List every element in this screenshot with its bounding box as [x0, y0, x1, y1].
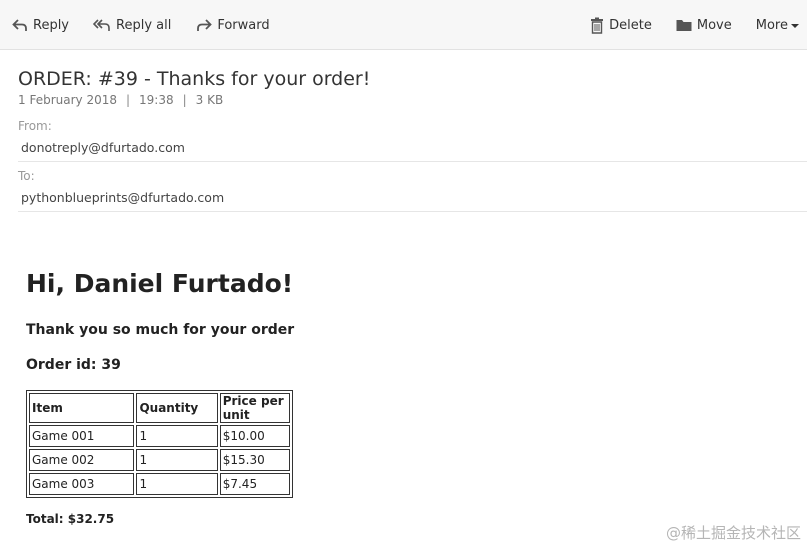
price-cell: $15.30	[219, 449, 291, 471]
price-cell: $7.45	[219, 473, 291, 495]
divider	[18, 161, 807, 162]
message-time: 19:38	[139, 93, 174, 107]
table-row: Game 003 1 $7.45	[29, 473, 291, 495]
greeting-heading: Hi, Daniel Furtado!	[26, 269, 294, 298]
quantity-cell: 1	[136, 449, 218, 471]
reply-label: Reply	[33, 17, 70, 33]
quantity-cell: 1	[136, 473, 218, 495]
caret-down-icon	[791, 23, 799, 28]
reply-icon	[12, 17, 33, 33]
to-label: To:	[18, 169, 35, 183]
move-label: Move	[696, 17, 732, 33]
column-header-price: Price per unit	[219, 393, 291, 423]
to-address[interactable]: pythonblueprints@dfurtado.com	[21, 190, 224, 205]
folder-icon	[676, 18, 697, 32]
price-cell: $10.00	[219, 425, 291, 447]
from-address[interactable]: donotreply@dfurtado.com	[21, 140, 185, 155]
move-button[interactable]: Move	[676, 0, 732, 50]
reply-all-icon	[93, 17, 116, 33]
column-header-item: Item	[29, 393, 135, 423]
message-size: 3 KB	[195, 93, 224, 107]
message-meta: 1 February 2018 | 19:38 | 3 KB	[18, 93, 807, 109]
table-header-row: Item Quantity Price per unit	[29, 393, 291, 423]
reply-all-label: Reply all	[116, 17, 172, 33]
forward-button[interactable]: Forward	[195, 0, 270, 50]
quantity-cell: 1	[136, 425, 218, 447]
watermark: @稀土掘金技术社区	[665, 524, 801, 542]
trash-icon	[590, 17, 609, 34]
delete-label: Delete	[609, 17, 652, 33]
order-id: Order id: 39	[26, 357, 121, 373]
order-items-table: Item Quantity Price per unit Game 001 1 …	[26, 390, 294, 498]
table-row: Game 002 1 $15.30	[29, 449, 291, 471]
reply-button[interactable]: Reply	[12, 0, 69, 50]
item-cell: Game 002	[29, 449, 135, 471]
forward-icon	[195, 17, 217, 33]
from-label: From:	[18, 119, 52, 133]
message-body: Hi, Daniel Furtado! Thank you so much fo…	[26, 268, 294, 526]
reply-all-button[interactable]: Reply all	[93, 0, 171, 50]
divider	[18, 211, 807, 212]
delete-button[interactable]: Delete	[590, 0, 652, 50]
column-header-quantity: Quantity	[136, 393, 218, 423]
message-date: 1 February 2018	[18, 93, 117, 107]
meta-separator: |	[125, 93, 131, 107]
thanks-text: Thank you so much for your order	[26, 322, 295, 338]
item-cell: Game 003	[29, 473, 135, 495]
more-label: More	[755, 17, 788, 33]
order-total: Total: $32.75	[26, 512, 115, 526]
message-header: ORDER: #39 - Thanks for your order! 1 Fe…	[18, 66, 807, 212]
table-row: Game 001 1 $10.00	[29, 425, 291, 447]
message-toolbar: Reply Reply all Forward Delete Move More	[0, 0, 807, 50]
forward-label: Forward	[217, 17, 270, 33]
more-button[interactable]: More	[756, 0, 799, 50]
meta-separator: |	[182, 93, 187, 107]
message-subject: ORDER: #39 - Thanks for your order!	[18, 68, 371, 90]
item-cell: Game 001	[29, 425, 135, 447]
